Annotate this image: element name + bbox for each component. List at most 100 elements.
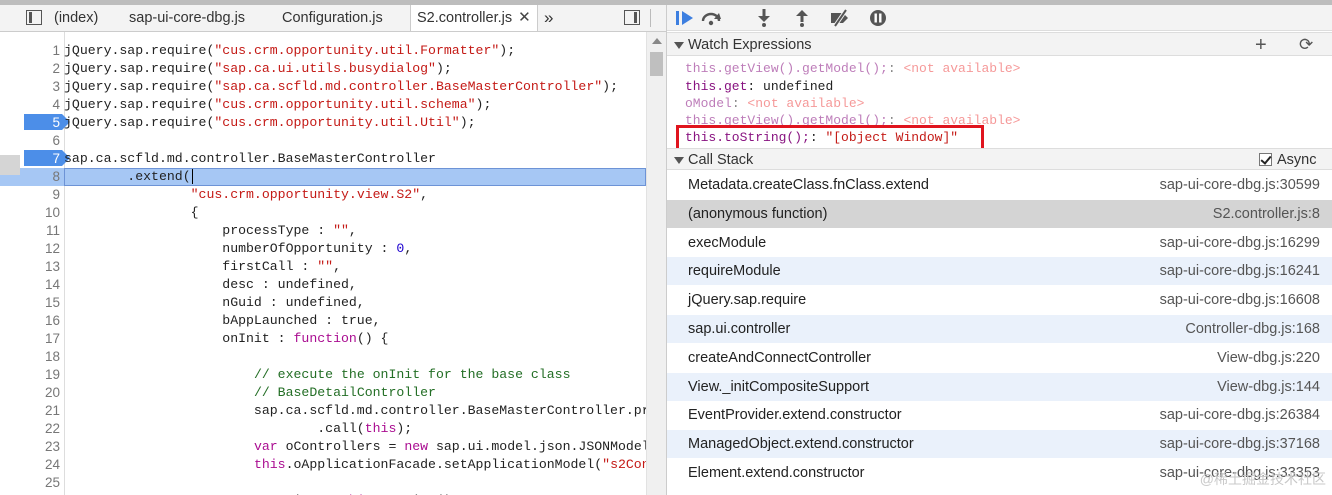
call-frame-location[interactable]: Controller-dbg.js:168 — [1185, 315, 1320, 344]
tab-s2-controller[interactable]: S2.controller.js ✕ — [410, 5, 538, 31]
call-frame-function: View._initCompositeSupport — [688, 378, 870, 395]
line-number: 17 — [44, 331, 60, 346]
code-line[interactable]: jQuery.sap.require("cus.crm.opportunity.… — [64, 114, 476, 132]
chevron-double-right-icon: » — [544, 8, 554, 27]
code-line[interactable]: numberOfOpportunity : 0, — [64, 240, 412, 258]
tab-configuration[interactable]: Configuration.js — [282, 5, 383, 31]
refresh-icon[interactable]: ⟳ — [1299, 33, 1313, 57]
line-number: 9 — [52, 187, 60, 202]
call-frame-location[interactable]: S2.controller.js:8 — [1213, 200, 1320, 229]
debugger-toolbar — [667, 5, 1332, 31]
call-frame[interactable]: sap.ui.controller Controller-dbg.js:168 — [667, 315, 1332, 344]
expand-triangle-icon[interactable] — [674, 157, 684, 164]
expand-triangle-icon[interactable] — [674, 42, 684, 49]
scroll-up-icon[interactable] — [652, 38, 662, 44]
step-into-icon[interactable] — [751, 7, 777, 29]
code-line[interactable]: .call(this); — [64, 420, 412, 438]
step-out-icon[interactable] — [789, 7, 815, 29]
tab-sap-ui-core-dbg[interactable]: sap-ui-core-dbg.js — [129, 5, 245, 31]
call-frame-function: execModule — [688, 234, 767, 251]
watch-expression: this.toString(); — [685, 130, 810, 145]
call-frame-location[interactable]: sap-ui-core-dbg.js:16299 — [1160, 229, 1320, 258]
call-frame-location[interactable]: sap-ui-core-dbg.js:30599 — [1160, 171, 1320, 200]
editor-scrollbar[interactable] — [646, 32, 666, 495]
divider — [650, 9, 651, 27]
line-number: 15 — [44, 295, 60, 310]
code-line[interactable]: jQuery.sap.require("sap.ca.ui.utils.busy… — [64, 60, 452, 78]
watch-expression: this.getView().getModel(); — [685, 61, 888, 76]
line-number: 16 — [44, 313, 60, 328]
pause-on-exceptions-icon[interactable] — [865, 7, 891, 29]
call-frame-location[interactable]: View-dbg.js:144 — [1217, 373, 1320, 402]
tab-label: Configuration.js — [282, 10, 383, 26]
async-checkbox[interactable] — [1259, 153, 1272, 166]
call-frame-location[interactable]: sap-ui-core-dbg.js:16608 — [1160, 286, 1320, 315]
call-frame-function: Metadata.createClass.fnClass.extend — [688, 177, 929, 193]
line-number: 10 — [44, 205, 60, 220]
call-frame[interactable]: createAndConnectController View-dbg.js:22… — [667, 344, 1332, 373]
watch-value: <not available> — [747, 96, 865, 111]
tab-label: sap-ui-core-dbg.js — [129, 10, 246, 26]
code-line[interactable]: // BaseDetailController — [64, 384, 436, 402]
watch-value: "[object Window]" — [825, 130, 959, 145]
call-stack-header[interactable]: Call Stack Async — [667, 148, 1332, 170]
line-number: 4 — [52, 97, 60, 112]
code-line[interactable]: onInit : function() { — [64, 330, 388, 348]
toggle-navigator-icon[interactable] — [26, 10, 42, 25]
close-tab-icon[interactable]: ✕ — [518, 9, 531, 26]
call-frame[interactable]: EventProvider.extend.constructor sap-ui-c… — [667, 401, 1332, 431]
section-title: Watch Expressions — [688, 37, 812, 53]
watch-expressions-header[interactable]: Watch Expressions + ⟳ — [667, 32, 1332, 56]
call-frame[interactable]: execModule sap-ui-core-dbg.js:16299 — [667, 229, 1332, 258]
watch-item[interactable]: oModel: <not available> — [685, 95, 864, 112]
code-line[interactable]: jQuery.sap.require("cus.crm.opportunity.… — [64, 96, 491, 114]
watch-separator: : — [747, 79, 764, 94]
more-tabs-button[interactable]: » — [544, 5, 553, 31]
call-frame-location[interactable]: sap-ui-core-dbg.js:37168 — [1160, 430, 1320, 459]
code-line[interactable]: jQuery.sap.require("cus.crm.opportunity.… — [64, 42, 515, 60]
line-number: 20 — [44, 385, 60, 400]
deactivate-breakpoints-icon[interactable] — [827, 7, 853, 29]
call-frame[interactable]: Metadata.createClass.fnClass.extend sap-u… — [667, 171, 1332, 200]
line-number: 14 — [44, 277, 60, 292]
editor-tab-bar: (index) sap-ui-core-dbg.js Configuration… — [0, 5, 666, 32]
watch-item[interactable]: this.getView().getModel();: <not availab… — [685, 60, 1020, 77]
code-line[interactable]: .extend( — [64, 168, 193, 186]
call-frame-function: createAndConnectController — [688, 349, 871, 366]
call-frame[interactable]: (anonymous function) S2.controller.js:8 — [667, 199, 1332, 229]
section-title: Call Stack — [688, 152, 754, 168]
toggle-debugger-icon[interactable] — [624, 10, 640, 25]
step-over-icon[interactable] — [698, 7, 724, 29]
watch-item[interactable]: this.get: undefined — [685, 78, 833, 95]
code-line[interactable]: bAppLaunched : true, — [64, 312, 380, 330]
code-line[interactable]: { — [64, 204, 199, 222]
call-frame[interactable]: jQuery.sap.require sap-ui-core-dbg.js:166… — [667, 286, 1332, 316]
call-frame-location[interactable]: sap-ui-core-dbg.js:26384 — [1160, 401, 1320, 430]
code-line[interactable]: nGuid : undefined, — [64, 294, 364, 312]
code-editor[interactable]: jQuery.sap.require("cus.crm.opportunity.… — [64, 32, 646, 495]
tab-index[interactable]: (index) — [54, 5, 98, 31]
call-frame[interactable]: ManagedObject.extend.constructor sap-ui-c… — [667, 430, 1332, 460]
code-line[interactable]: processType : "", — [64, 222, 357, 240]
code-line[interactable]: "cus.crm.opportunity.view.S2", — [64, 186, 428, 204]
resume-icon[interactable] — [672, 7, 698, 29]
add-watch-icon[interactable]: + — [1255, 33, 1267, 57]
code-line[interactable]: sap.ca.scfld.md.controller.BaseMasterCon… — [64, 402, 646, 420]
tab-label: (index) — [54, 10, 99, 26]
code-line[interactable]: sap.ca.scfld.md.controller.BaseMasterCon… — [64, 150, 436, 168]
code-line[interactable]: firstCall : "", — [64, 258, 341, 276]
line-number: 23 — [44, 439, 60, 454]
code-line[interactable]: // execute the onInit for the base class — [64, 366, 571, 384]
scrollbar-thumb[interactable] — [650, 52, 663, 76]
call-frame[interactable]: requireModule sap-ui-core-dbg.js:16241 — [667, 257, 1332, 287]
call-frame-location[interactable]: View-dbg.js:220 — [1217, 344, 1320, 373]
code-line[interactable]: this.oApplicationFacade.setApplicationMo… — [64, 456, 646, 474]
code-line[interactable]: desc : undefined, — [64, 276, 357, 294]
code-line[interactable]: var oControllers = new sap.ui.model.json… — [64, 438, 646, 456]
call-frame-location[interactable]: sap-ui-core-dbg.js:16241 — [1160, 257, 1320, 286]
call-frame-function: sap.ui.controller — [688, 321, 791, 337]
code-line[interactable]: jQuery.sap.require("sap.ca.scfld.md.cont… — [64, 78, 618, 96]
call-frame[interactable]: View._initCompositeSupport View-dbg.js:14… — [667, 372, 1332, 402]
watch-item-highlighted[interactable]: this.toString();: "[object Window]" — [685, 129, 958, 146]
line-number-gutter[interactable]: 1 2 3 4 5 6 7 8 9 10 11 12 13 14 15 16 1… — [0, 32, 70, 495]
